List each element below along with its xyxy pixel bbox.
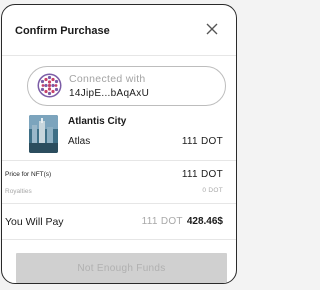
modal-header: Confirm Purchase	[2, 5, 236, 56]
divider	[2, 203, 236, 204]
price-for-nft-label: Price for NFT(s)	[5, 171, 52, 178]
confirm-purchase-modal: Confirm Purchase Connected with 14JipE..…	[1, 4, 237, 284]
wallet-identicon-icon	[37, 73, 62, 98]
you-will-pay-value: 111 DOT 428.46$	[142, 216, 223, 227]
connected-with-label: Connected with	[69, 73, 146, 85]
close-icon[interactable]	[204, 21, 220, 37]
royalties-value: 0 DOT	[202, 187, 223, 194]
modal-title: Confirm Purchase	[15, 25, 110, 37]
nft-collection: Atlas	[68, 136, 91, 147]
price-for-nft-value: 111 DOT	[181, 169, 223, 180]
you-will-pay-dot: 111 DOT	[141, 216, 183, 227]
you-will-pay-usd: 428.46$	[186, 216, 223, 227]
nft-name: Atlantis City	[68, 116, 127, 127]
wallet-address: 14JipE...bAqAxU	[69, 88, 150, 99]
royalties-label: Royalties	[5, 188, 32, 195]
nft-thumbnail	[29, 115, 58, 153]
not-enough-funds-button[interactable]: Not Enough Funds	[16, 253, 227, 283]
nft-price: 111 DOT	[181, 136, 223, 147]
you-will-pay-label: You Will Pay	[5, 216, 64, 228]
divider	[2, 239, 236, 240]
divider	[2, 160, 236, 161]
connected-wallet-pill: Connected with 14JipE...bAqAxU	[27, 66, 226, 106]
